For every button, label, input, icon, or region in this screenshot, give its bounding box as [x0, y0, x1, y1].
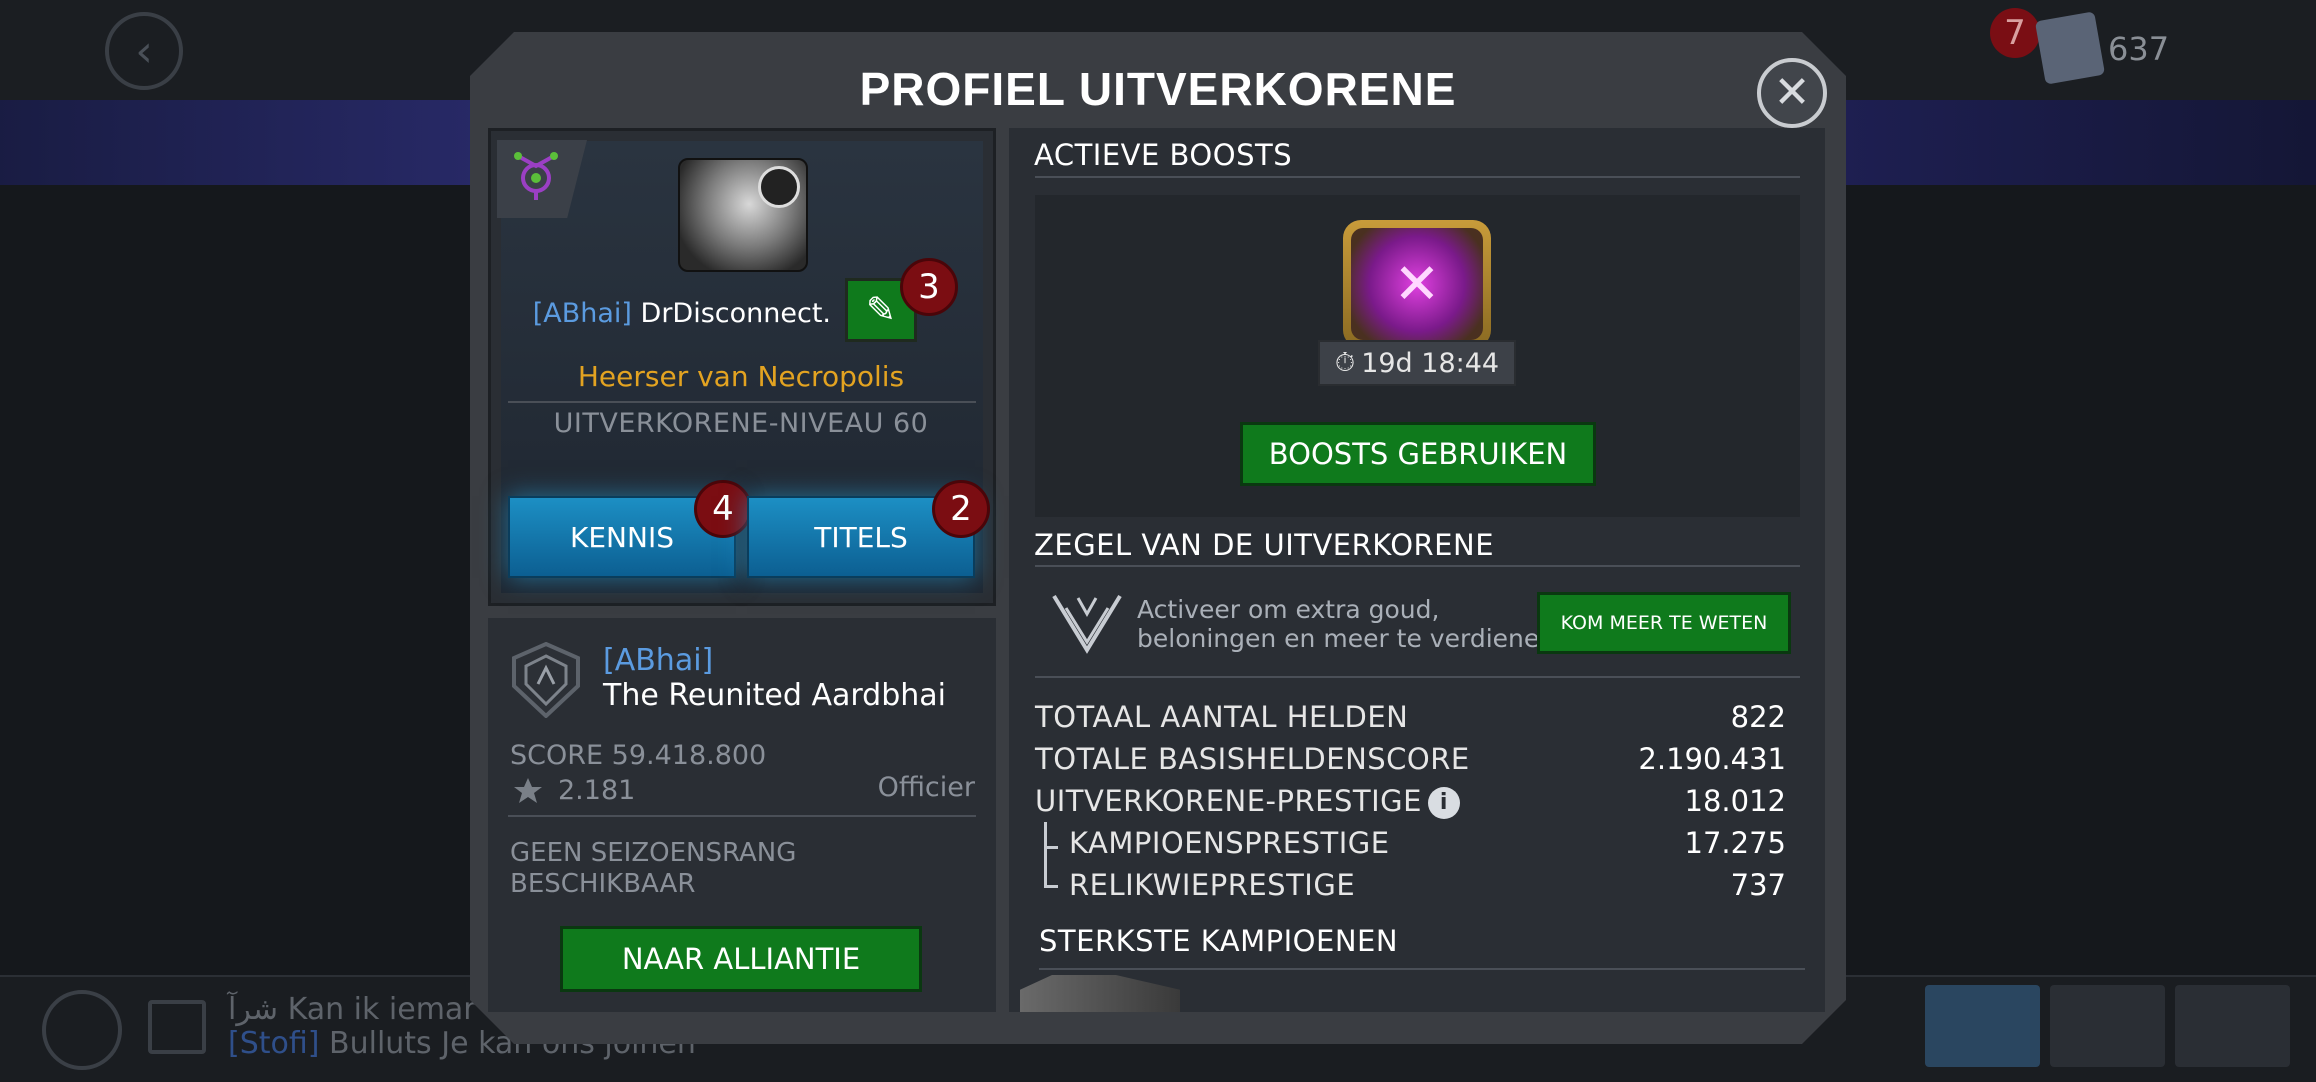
boost-item-icon[interactable]: ✕	[1343, 220, 1491, 348]
alliance-tag: [ABhai]	[603, 643, 714, 678]
tree-connector	[1044, 846, 1058, 849]
tree-connector	[1044, 822, 1047, 886]
divider	[508, 815, 976, 817]
chat-icon[interactable]	[148, 1000, 206, 1054]
social-icon[interactable]	[42, 990, 122, 1070]
season-rank: GEEN SEIZOENSRANG BESCHIKBAAR	[510, 838, 797, 899]
stat-relic-prestige-label: RELIKWIEPRESTIGE	[1069, 868, 1356, 902]
units-icon	[2034, 11, 2106, 85]
use-boosts-button[interactable]: BOOSTS GEBRUIKEN	[1240, 422, 1596, 486]
strongest-champions-header: STERKSTE KAMPIOENEN	[1039, 924, 1399, 958]
units-count: 637	[2108, 30, 2170, 68]
boost-timer-text: 19d 18:44	[1361, 347, 1500, 379]
back-arrow-icon[interactable]: ‹	[105, 12, 183, 90]
avatar-emblem-icon	[758, 166, 800, 208]
divider	[1035, 565, 1800, 567]
player-name-text: DrDisconnect.	[640, 298, 831, 329]
chat-line-1: شرآ Kan ik iemar	[228, 992, 476, 1027]
learn-more-button[interactable]: KOM MEER TE WETEN	[1537, 592, 1791, 654]
alliance-role: Officier	[877, 772, 975, 803]
seal-text-line2: beloningen en meer te verdienen!	[1137, 624, 1566, 653]
info-icon[interactable]: i	[1427, 787, 1460, 819]
knowledge-badge: 4	[694, 480, 752, 538]
stopwatch-icon: ⏱	[1334, 347, 1356, 378]
divider	[508, 401, 976, 403]
stat-champion-prestige-value: 17.275	[1684, 826, 1786, 860]
divider	[1035, 676, 1800, 678]
divider	[1035, 176, 1800, 178]
chat-user: شرآ	[228, 992, 279, 1027]
close-icon[interactable]: ✕	[1757, 58, 1827, 128]
stat-champion-prestige-label: KAMPIOENSPRESTIGE	[1069, 826, 1390, 860]
stat-prestige-row: UITVERKORENE-PRESTIGE i	[1035, 784, 1460, 819]
player-name: [ABhai] DrDisconnect.	[496, 298, 831, 329]
stat-relic-prestige-value: 737	[1730, 868, 1786, 902]
stat-prestige-value: 18.012	[1684, 784, 1786, 818]
tree-connector	[1044, 885, 1058, 888]
stat-base-score-label: TOTALE BASISHELDENSCORE	[1035, 742, 1470, 776]
class-icon	[514, 152, 558, 200]
edit-badge: 3	[900, 258, 958, 316]
chat-text: Kan ik iemar	[287, 992, 476, 1027]
alliance-name: The Reunited Aardbhai	[603, 678, 946, 713]
stat-base-score-value: 2.190.431	[1638, 742, 1786, 776]
stat-total-heroes-label: TOTAAL AANTAL HELDEN	[1035, 700, 1409, 734]
player-level: UITVERKORENE-NIVEAU 60	[553, 408, 929, 439]
boost-crystal-icon: ✕	[1351, 228, 1483, 340]
seal-text-line1: Activeer om extra goud,	[1137, 595, 1440, 624]
bottom-button-quests[interactable]	[2050, 985, 2165, 1067]
alliance-score: SCORE 59.418.800	[510, 740, 767, 771]
bottom-button-fight[interactable]	[1925, 985, 2040, 1067]
bottom-button-tasks[interactable]	[2175, 985, 2290, 1067]
seal-header: ZEGEL VAN DE UITVERKORENE	[1034, 528, 1495, 562]
modal-title: PROFIEL UITVERKORENE	[859, 63, 1457, 115]
alliance-rating: 2.181	[558, 775, 636, 806]
stat-total-heroes-value: 822	[1730, 700, 1786, 734]
seal-chevron-icon	[1052, 594, 1122, 654]
seal-description: Activeer om extra goud, beloningen en me…	[1137, 595, 1565, 653]
player-title: Heerser van Necropolis	[577, 360, 905, 393]
titles-badge: 2	[932, 480, 990, 538]
rating-star-icon	[514, 778, 542, 803]
go-to-alliance-button[interactable]: NAAR ALLIANTIE	[560, 926, 922, 992]
stat-prestige-label: UITVERKORENE-PRESTIGE	[1035, 784, 1422, 818]
chat-tag: [Stofi]	[228, 1026, 320, 1061]
player-alliance-tag: [ABhai]	[532, 298, 632, 329]
active-boosts-header: ACTIEVE BOOSTS	[1034, 138, 1293, 172]
divider	[1039, 968, 1805, 970]
chat-user: Bulluts	[329, 1026, 432, 1061]
boost-timer: ⏱ 19d 18:44	[1318, 340, 1516, 386]
notification-badge: 7	[1990, 8, 2040, 58]
alliance-shield-icon	[512, 642, 580, 718]
